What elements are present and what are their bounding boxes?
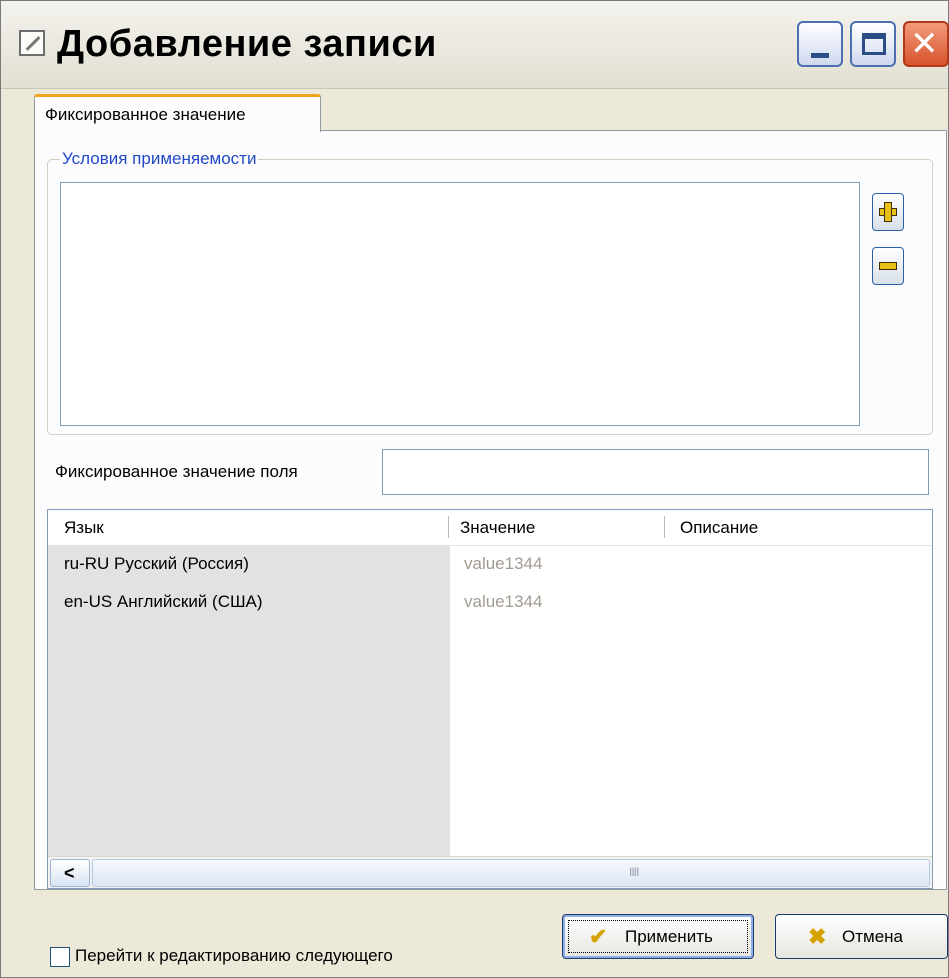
tab-fixed-value[interactable]: Фиксированное значение bbox=[34, 94, 321, 132]
table-row-value[interactable]: value1344 bbox=[464, 554, 542, 574]
cancel-label: Отмена bbox=[842, 927, 903, 946]
title-bar[interactable]: Добавление записи ✕ bbox=[1, 1, 949, 89]
conditions-list[interactable] bbox=[60, 182, 860, 426]
minus-icon bbox=[879, 262, 897, 270]
table-row-language[interactable]: en-US Английский (США) bbox=[64, 592, 263, 612]
edit-icon bbox=[19, 30, 45, 56]
dialog-window: Добавление записи ✕ Фиксированное значен… bbox=[0, 0, 949, 978]
table-row-language[interactable]: ru-RU Русский (Россия) bbox=[64, 554, 249, 574]
fixed-value-input[interactable] bbox=[382, 449, 929, 495]
table-row-value[interactable]: value1344 bbox=[464, 592, 542, 612]
edit-next-label: Перейти к редактированию следующего bbox=[75, 946, 393, 965]
column-header-value[interactable]: Значение bbox=[460, 518, 535, 538]
remove-condition-button[interactable] bbox=[872, 247, 904, 285]
window-title: Добавление записи bbox=[57, 23, 437, 65]
plus-icon-vertical bbox=[884, 202, 892, 222]
column-header-description[interactable]: Описание bbox=[680, 518, 758, 538]
grid-header: Язык Значение Описание bbox=[48, 510, 932, 546]
chevron-left-icon: < bbox=[64, 863, 75, 883]
minimize-icon bbox=[811, 53, 829, 58]
cross-icon: ✖ bbox=[808, 924, 827, 949]
scroll-thumb[interactable]: IIII bbox=[92, 859, 930, 887]
values-grid: Язык Значение Описание ru-RU Русский (Ро… bbox=[47, 509, 933, 889]
apply-label: Применить bbox=[625, 927, 713, 946]
column-header-language[interactable]: Язык bbox=[64, 518, 104, 538]
apply-button[interactable]: ✔ Применить bbox=[562, 914, 754, 959]
fixed-value-label: Фиксированное значение поля bbox=[55, 462, 298, 481]
column-separator[interactable] bbox=[664, 516, 665, 538]
minimize-button[interactable] bbox=[797, 21, 843, 67]
maximize-button[interactable] bbox=[850, 21, 896, 67]
maximize-icon bbox=[862, 33, 886, 55]
cancel-button[interactable]: ✖ Отмена bbox=[775, 914, 948, 959]
tab-label: Фиксированное значение bbox=[45, 105, 246, 124]
close-icon: ✕ bbox=[910, 25, 939, 63]
conditions-legend: Условия применяемости bbox=[60, 149, 259, 169]
grip-icon: IIII bbox=[629, 865, 639, 879]
close-button[interactable]: ✕ bbox=[903, 21, 949, 67]
horizontal-scrollbar[interactable]: < IIII bbox=[48, 856, 932, 888]
edit-next-checkbox[interactable] bbox=[50, 947, 70, 967]
scroll-left-button[interactable]: < bbox=[50, 859, 90, 887]
add-condition-button[interactable] bbox=[872, 193, 904, 231]
checkmark-icon: ✔ bbox=[589, 924, 608, 949]
column-separator[interactable] bbox=[448, 516, 449, 538]
